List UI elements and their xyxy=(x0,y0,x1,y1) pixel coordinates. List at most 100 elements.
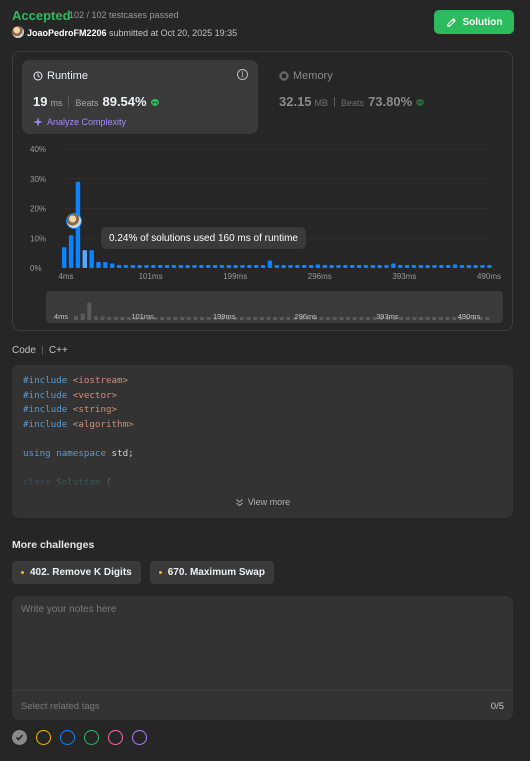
chart-bar xyxy=(212,265,218,268)
chart-bar xyxy=(137,265,142,268)
minimap-bar xyxy=(246,317,251,320)
code-line: #include <iostream> xyxy=(23,374,134,389)
notes-box[interactable]: Write your notes here Select related tag… xyxy=(12,596,513,720)
submitted-time: submitted at Oct 20, 2025 19:35 xyxy=(109,28,238,38)
edit-icon xyxy=(446,17,456,27)
minimap-bar xyxy=(346,317,351,320)
chart-bar xyxy=(473,265,478,268)
chart-bar xyxy=(350,265,355,268)
challenge-chip[interactable]: 670. Maximum Swap xyxy=(149,561,274,584)
code-line: #include <algorithm> xyxy=(23,418,134,433)
info-icon[interactable]: i xyxy=(237,69,248,80)
related-tags-select[interactable]: Select related tags xyxy=(21,701,100,712)
minimap-bar xyxy=(107,317,112,320)
x-tick-label: 296ms xyxy=(308,272,332,281)
chart-bar xyxy=(308,265,314,268)
chart-bar xyxy=(151,265,156,268)
challenge-chip[interactable]: 402. Remove K Digits xyxy=(12,561,141,584)
chart-bar xyxy=(219,265,225,268)
minimap-bar xyxy=(359,317,364,320)
chart-bar xyxy=(130,265,136,268)
notes-input[interactable]: Write your notes here xyxy=(21,604,116,615)
x-tick-label: 490ms xyxy=(477,272,501,281)
minimap-bar xyxy=(113,317,118,320)
minimap-bar xyxy=(399,317,404,320)
chart-bar xyxy=(192,265,197,268)
note-color-option[interactable] xyxy=(84,730,99,745)
x-tick-label: 393ms xyxy=(392,272,416,281)
chart-bar xyxy=(185,265,190,268)
minimap-bar xyxy=(180,317,185,320)
minimap-bar xyxy=(100,316,105,320)
chart-bar xyxy=(336,265,341,268)
minimap-tick-label: 199ms xyxy=(213,312,236,321)
minimap-tick-label: 4ms xyxy=(54,312,68,321)
runtime-title-text: Runtime xyxy=(47,70,88,82)
divider xyxy=(68,96,70,107)
y-tick-label: 40% xyxy=(30,145,46,154)
minimap-bar xyxy=(432,317,437,320)
code-language: C++ xyxy=(48,345,68,356)
note-color-option[interactable] xyxy=(108,730,123,745)
analyze-label: Analyze Complexity xyxy=(47,117,127,127)
challenge-list: 402. Remove K Digits 670. Maximum Swap xyxy=(12,561,274,584)
chart-bar xyxy=(343,265,348,268)
your-submission-marker[interactable] xyxy=(66,213,82,229)
code-token: <iostream> xyxy=(72,375,129,386)
code-header: Code C++ xyxy=(12,345,68,356)
minimap-bar xyxy=(253,317,258,320)
minimap-bar xyxy=(120,317,125,320)
view-more-button[interactable]: View more xyxy=(12,497,513,507)
submitter-line: JoaoPedroFM2206 submitted at Oct 20, 202… xyxy=(12,26,237,38)
minimap-bar xyxy=(339,317,344,320)
chart-bar xyxy=(370,265,376,268)
minimap-bar xyxy=(365,317,370,320)
note-color-option[interactable] xyxy=(132,730,147,745)
chart-bar xyxy=(89,250,94,268)
chart-bar xyxy=(247,265,252,268)
chart-bar xyxy=(487,265,492,268)
note-color-option[interactable] xyxy=(60,730,75,745)
chart-bar xyxy=(123,265,129,268)
analyze-complexity-link[interactable]: Analyze Complexity xyxy=(33,117,126,127)
chart-bar xyxy=(274,265,280,268)
minimap-bar xyxy=(412,317,417,320)
note-color-option[interactable] xyxy=(12,730,27,745)
minimap-tick-label: 296ms xyxy=(295,312,318,321)
minimap-bar xyxy=(166,317,171,320)
minimap-bar xyxy=(438,317,443,320)
solution-button[interactable]: Solution xyxy=(434,10,514,34)
chart-bar xyxy=(206,265,211,268)
username-link[interactable]: JoaoPedroFM2206 xyxy=(27,28,107,38)
code-line: #include <vector> xyxy=(23,389,134,404)
minimap-bar xyxy=(80,313,85,320)
chart-bar xyxy=(288,265,293,268)
minimap-bar xyxy=(173,317,178,320)
memory-beats: 73.80% xyxy=(368,94,413,109)
chart-bar xyxy=(356,265,362,268)
memory-unit: MB xyxy=(314,98,329,108)
minimap-bar xyxy=(273,317,278,320)
divider xyxy=(41,346,43,355)
chart-bar xyxy=(363,265,369,268)
memory-value: 32.15 xyxy=(279,94,312,109)
runtime-metric: 19 ms Beats 89.54% xyxy=(33,94,160,109)
difficulty-dot xyxy=(158,571,162,574)
chart-bar xyxy=(240,265,245,268)
beats-label: Beats xyxy=(75,98,99,108)
difficulty-dot xyxy=(21,571,24,574)
chart-bar xyxy=(418,265,424,268)
code-line: #include <string> xyxy=(23,403,134,418)
code-viewer[interactable]: #include <iostream> #include <vector> #inc… xyxy=(12,365,513,518)
sparkle-icon xyxy=(33,117,43,127)
memory-card[interactable]: Memory 32.15 MB Beats 73.80% xyxy=(277,60,497,134)
note-color-option[interactable] xyxy=(36,730,51,745)
runtime-card[interactable]: Runtime i 19 ms Beats 89.54% Analyze Com… xyxy=(22,60,258,134)
y-tick-label: 0% xyxy=(30,264,42,273)
chart-bar xyxy=(295,265,300,268)
minimap-bar xyxy=(160,317,165,320)
user-avatar[interactable] xyxy=(12,26,24,38)
minimap-bar xyxy=(419,317,424,320)
tags-count: 0/5 xyxy=(490,701,504,712)
minimap-bar xyxy=(279,317,284,320)
